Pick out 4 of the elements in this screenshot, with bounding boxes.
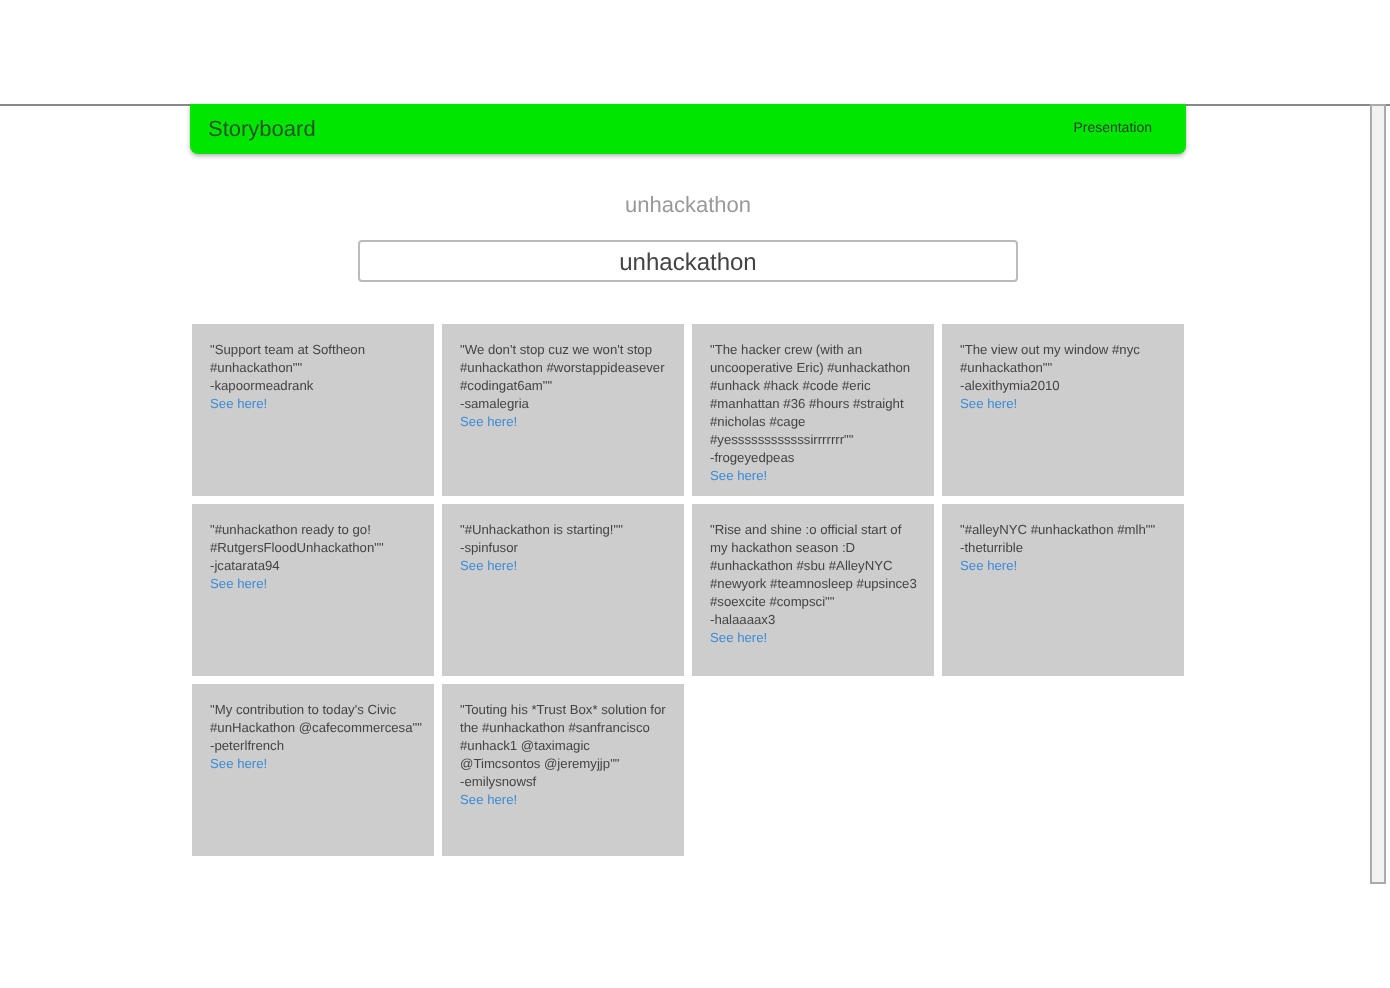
page-heading: unhackathon bbox=[625, 194, 751, 218]
brand-title[interactable]: Storyboard bbox=[208, 117, 316, 141]
search-field[interactable]: unhackathon bbox=[358, 240, 1018, 282]
scrollbar[interactable] bbox=[1370, 104, 1386, 884]
